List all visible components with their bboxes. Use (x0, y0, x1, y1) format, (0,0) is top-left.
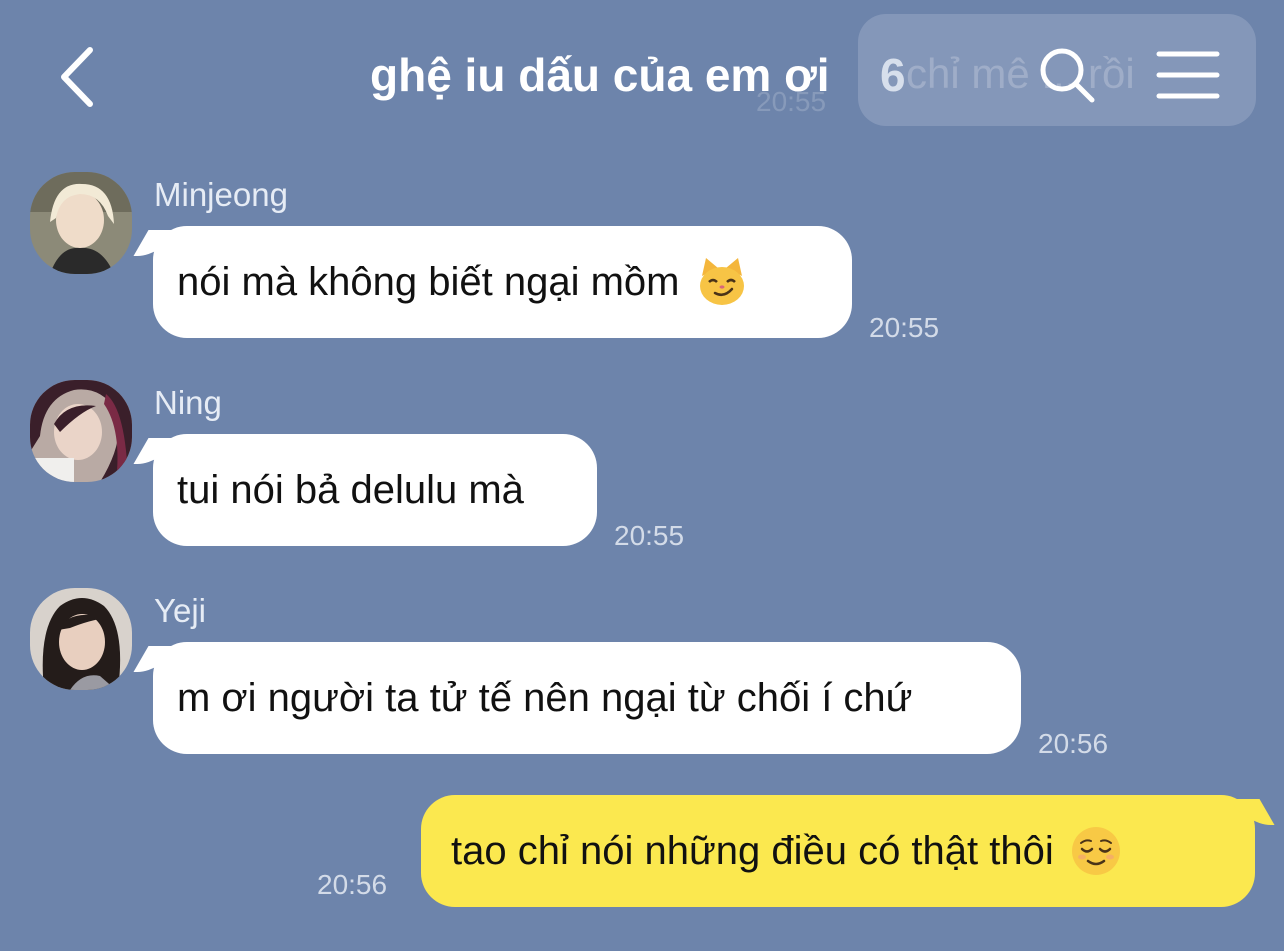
back-button[interactable] (52, 42, 112, 112)
chat-header: chỉ mê ... rồi 20:55 ghệ iu dấu của em ơ… (0, 0, 1284, 150)
message-text: tui nói bả delulu mà (177, 467, 524, 512)
message-bubble[interactable]: tui nói bả delulu mà (153, 434, 597, 546)
message-text: tao chỉ nói những điều có thật thôi (451, 828, 1054, 873)
avatar-ning[interactable] (30, 380, 132, 482)
smirking-cat-emoji-icon (699, 258, 744, 305)
message-bubble[interactable]: m ơi người ta tử tế nên ngại từ chối í c… (153, 642, 1021, 754)
profile-photo (30, 588, 132, 690)
sender-name: Ning (154, 384, 222, 421)
search-button[interactable] (1036, 44, 1100, 108)
own-message-bubble[interactable]: tao chỉ nói những điều có thật thôi (421, 795, 1255, 907)
message-time: 20:56 (1038, 728, 1109, 759)
menu-button[interactable] (1156, 50, 1220, 100)
sender-name: Yeji (154, 592, 206, 629)
message-time: 20:56 (317, 869, 388, 900)
banner-text: chỉ mê ... rồi (906, 50, 1135, 97)
sender-name: Minjeong (154, 176, 288, 213)
message-time: 20:55 (614, 520, 685, 551)
member-count: 6 (880, 49, 906, 101)
hamburger-menu-icon (1156, 51, 1220, 99)
message-text: m ơi người ta tử tế nên ngại từ chối í c… (177, 675, 913, 720)
message-time: 20:55 (869, 312, 940, 343)
profile-photo (30, 172, 132, 274)
avatar-minjeong[interactable] (30, 172, 132, 274)
profile-photo (30, 380, 132, 482)
message-bubble[interactable]: nói mà không biết ngại mồm (153, 226, 852, 338)
chevron-left-icon (61, 47, 93, 107)
relieved-face-emoji-icon (1071, 827, 1120, 875)
avatar-yeji[interactable] (30, 588, 132, 690)
message-text: nói mà không biết ngại mồm (177, 259, 680, 304)
search-icon (1040, 48, 1095, 103)
chat-title: ghệ iu dấu của em ơi (370, 49, 830, 101)
